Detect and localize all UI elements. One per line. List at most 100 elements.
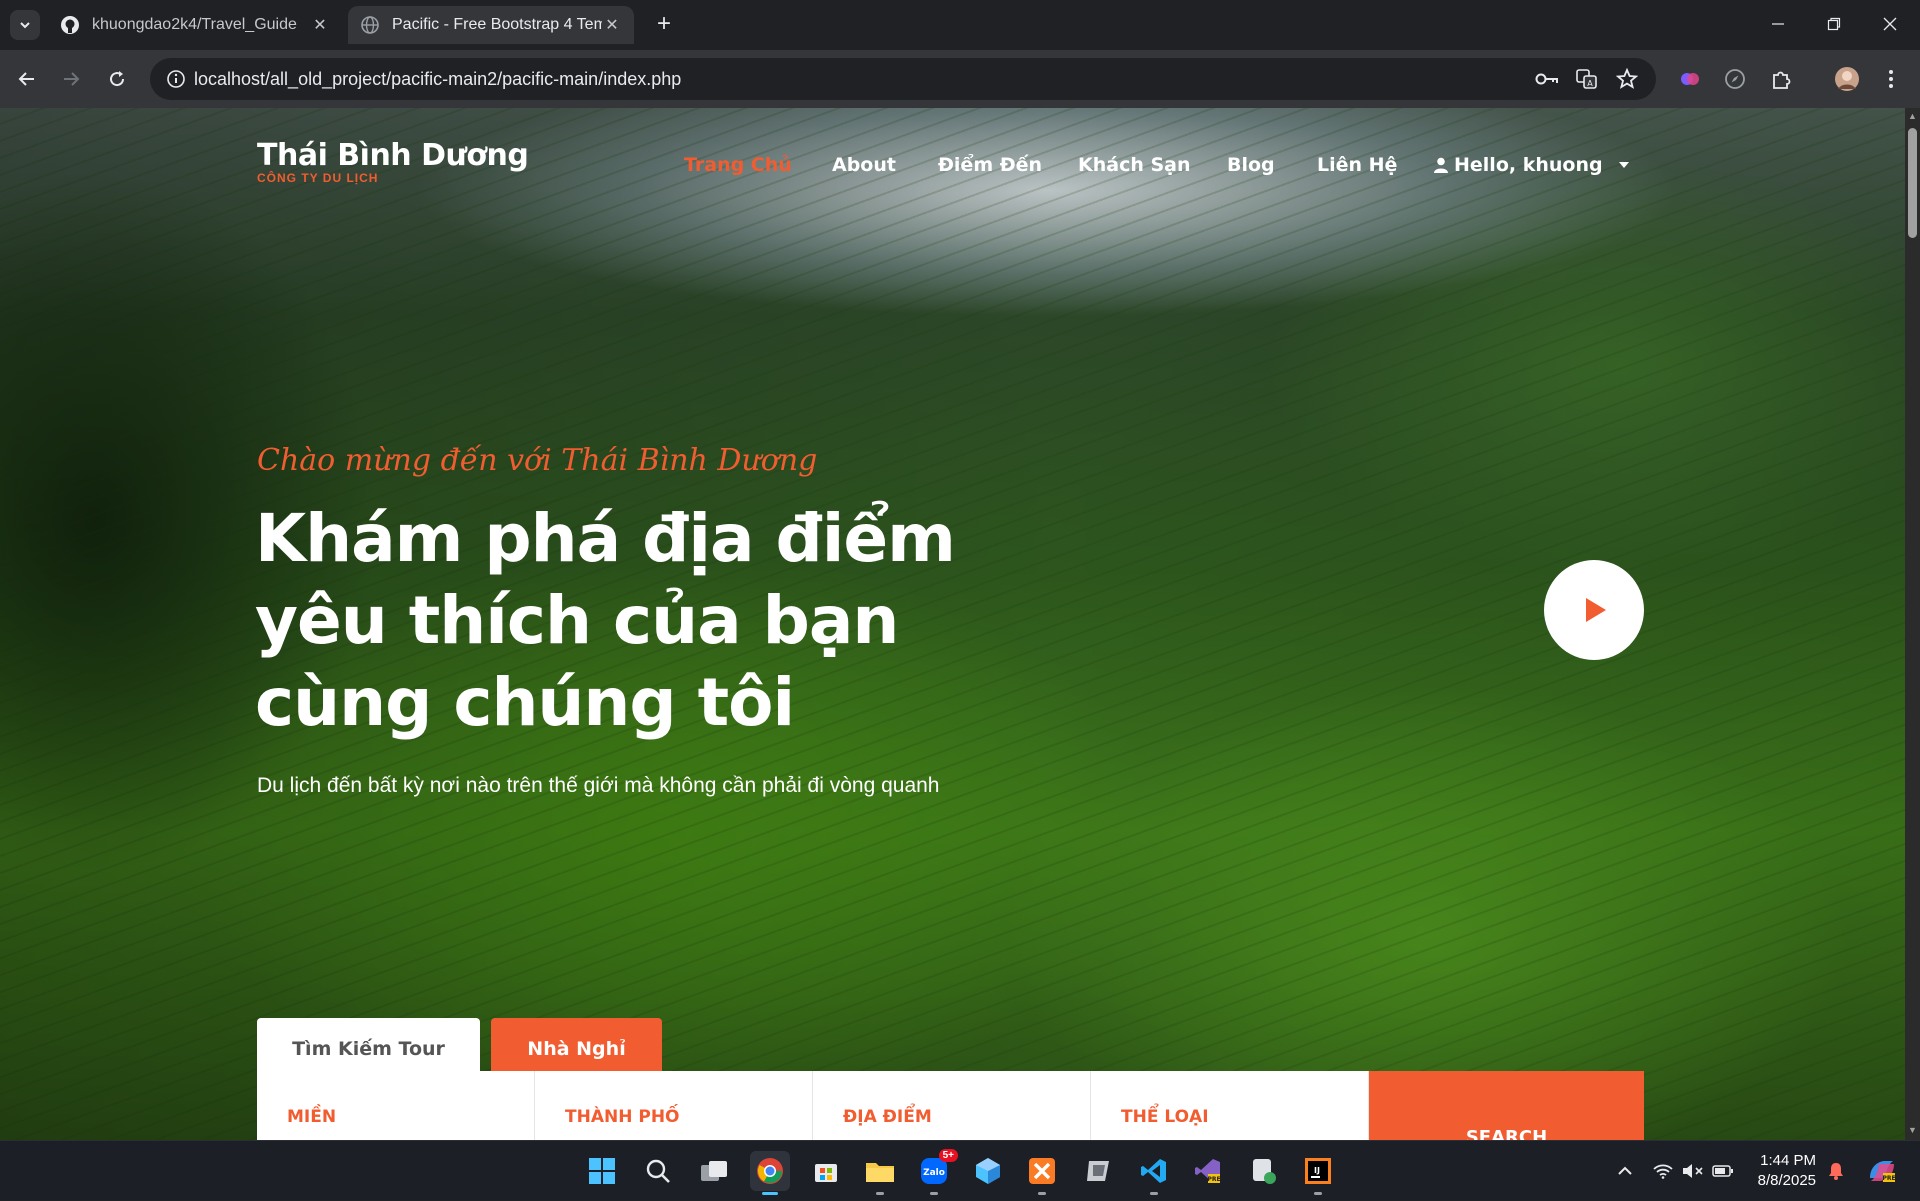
svg-text:PRE: PRE [1207, 1176, 1220, 1183]
db-app-icon[interactable] [1244, 1151, 1284, 1191]
svg-text:A: A [1587, 79, 1593, 88]
restore-icon [1827, 17, 1841, 31]
zalo-icon[interactable]: Zalo 5+ [914, 1149, 958, 1195]
hero-title-line: yêu thích của bạn [255, 582, 899, 659]
bookmark-star-icon[interactable] [1614, 66, 1640, 92]
hero-title: Khám phá địa điểm yêu thích của bạn cùng… [255, 498, 1015, 744]
windows-start-icon[interactable] [582, 1151, 622, 1191]
hero-title-line: Khám phá địa điểm [255, 500, 956, 577]
arrow-right-icon [64, 72, 80, 86]
site-logo[interactable]: Thái Bình Dương CÔNG TY DU LỊCH [257, 138, 529, 185]
browser-menu-icon[interactable] [1876, 64, 1906, 94]
close-window-button[interactable] [1862, 0, 1918, 48]
user-dropdown[interactable]: Hello, khuong [1434, 154, 1629, 176]
category-label: THỂ LOẠI [1121, 1107, 1209, 1127]
tab-search-button[interactable] [10, 10, 40, 40]
tab-title: khuongdao2k4/Travel_Guide [92, 16, 297, 33]
vscode-icon[interactable] [1134, 1151, 1174, 1195]
notification-bell-icon[interactable] [1822, 1141, 1850, 1201]
close-icon [1883, 17, 1897, 31]
globe-icon [361, 16, 379, 34]
tab-title: Pacific - Free Bootstrap 4 Template [392, 16, 602, 33]
back-button[interactable] [12, 64, 42, 94]
new-tab-button[interactable]: + [650, 11, 678, 39]
chrome-icon[interactable] [750, 1151, 790, 1195]
reload-button[interactable] [102, 64, 132, 94]
svg-text:IJ: IJ [1314, 1166, 1320, 1175]
brand-tagline: CÔNG TY DU LỊCH [257, 171, 379, 185]
close-tab-icon[interactable]: ✕ [310, 15, 330, 35]
user-greeting: Hello, khuong [1454, 154, 1603, 176]
extension-copilot-icon[interactable] [1675, 64, 1705, 94]
scroll-up-icon[interactable]: ▲ [1908, 112, 1917, 121]
city-label: THÀNH PHỐ [565, 1107, 680, 1127]
profile-avatar[interactable] [1832, 64, 1862, 94]
browser-tab-bar: khuongdao2k4/Travel_Guide ✕ Pacific - Fr… [0, 0, 1920, 50]
url-text: localhost/all_old_project/pacific-main2/… [194, 68, 682, 89]
site-info-icon[interactable] [158, 69, 194, 89]
caret-down-icon [1618, 162, 1629, 168]
3d-viewer-icon[interactable] [968, 1151, 1008, 1191]
page-scrollbar[interactable]: ▲ ▼ [1905, 108, 1920, 1140]
app-icon[interactable] [1078, 1151, 1118, 1191]
location-label: ĐỊA ĐIỂM [843, 1107, 932, 1127]
xampp-icon[interactable] [1022, 1151, 1062, 1195]
category-select[interactable]: THỂ LOẠI [1091, 1071, 1369, 1140]
minimize-icon [1772, 23, 1784, 25]
brand-name: Thái Bình Dương [257, 138, 529, 173]
wifi-icon[interactable] [1648, 1141, 1678, 1201]
translate-icon[interactable]: A [1574, 66, 1600, 92]
page-viewport: Thái Bình Dương CÔNG TY DU LỊCH Trang Ch… [0, 108, 1905, 1140]
notification-badge: 5+ [938, 1149, 958, 1162]
browser-tab-pacific[interactable]: Pacific - Free Bootstrap 4 Template ✕ [348, 6, 634, 44]
close-tab-icon[interactable]: ✕ [602, 15, 622, 35]
minimize-button[interactable] [1750, 0, 1806, 48]
nav-item-contact[interactable]: Liên Hệ [1317, 154, 1397, 176]
forward-button[interactable] [56, 64, 86, 94]
restore-button[interactable] [1806, 0, 1862, 48]
battery-icon[interactable] [1708, 1141, 1738, 1201]
svg-text:PRE: PRE [1882, 1175, 1895, 1182]
intellij-icon[interactable]: IJ [1298, 1151, 1338, 1195]
scroll-down-icon[interactable]: ▼ [1908, 1126, 1917, 1135]
microsoft-store-icon[interactable] [806, 1151, 846, 1191]
copilot-icon[interactable]: PRE [1864, 1141, 1900, 1201]
region-select[interactable]: MIỀN [257, 1071, 535, 1140]
task-view-icon[interactable] [694, 1151, 734, 1191]
play-icon [1586, 598, 1606, 622]
nav-item-blog[interactable]: Blog [1227, 154, 1275, 176]
chevron-down-icon [20, 22, 30, 29]
hero-title-line: cùng chúng tôi [255, 664, 795, 741]
extension-compass-icon[interactable] [1720, 64, 1750, 94]
windows-taskbar: Zalo 5+ PRE IJ 1:44 PM 8/8/2025 PRE [0, 1140, 1920, 1200]
visual-studio-icon[interactable]: PRE [1188, 1151, 1228, 1191]
file-explorer-icon[interactable] [860, 1151, 900, 1195]
search-icon[interactable] [638, 1151, 678, 1191]
svg-text:Zalo: Zalo [923, 1168, 945, 1178]
github-icon [61, 16, 79, 34]
nav-item-about[interactable]: About [832, 154, 896, 176]
city-select[interactable]: THÀNH PHỐ [535, 1071, 813, 1140]
tour-search-form: MIỀN THÀNH PHỐ ĐỊA ĐIỂM THỂ LOẠI SEARCH [257, 1071, 1644, 1140]
browser-tab-github[interactable]: khuongdao2k4/Travel_Guide ✕ [48, 6, 342, 44]
volume-muted-icon[interactable] [1678, 1141, 1708, 1201]
browser-toolbar: localhost/all_old_project/pacific-main2/… [0, 50, 1920, 108]
search-button[interactable]: SEARCH [1369, 1071, 1644, 1140]
extensions-puzzle-icon[interactable] [1766, 64, 1796, 94]
key-icon[interactable] [1534, 66, 1560, 92]
clock-time: 1:44 PM [1760, 1152, 1816, 1169]
region-label: MIỀN [287, 1107, 337, 1127]
play-video-button[interactable] [1544, 560, 1644, 660]
arrow-left-icon [18, 72, 34, 86]
scroll-thumb[interactable] [1908, 128, 1917, 238]
system-clock[interactable]: 1:44 PM 8/8/2025 [1758, 1151, 1816, 1191]
location-select[interactable]: ĐỊA ĐIỂM [813, 1071, 1091, 1140]
nav-item-home[interactable]: Trang Chủ [684, 154, 792, 176]
nav-item-destinations[interactable]: Điểm Đến [938, 154, 1042, 176]
show-hidden-icons-icon[interactable] [1610, 1141, 1640, 1201]
nav-item-hotels[interactable]: Khách Sạn [1078, 154, 1191, 176]
clock-date: 8/8/2025 [1757, 1172, 1816, 1189]
hero-welcome-script: Chào mừng đến với Thái Bình Dương [257, 443, 818, 478]
user-icon [1434, 157, 1448, 173]
address-bar[interactable]: localhost/all_old_project/pacific-main2/… [150, 58, 1656, 100]
